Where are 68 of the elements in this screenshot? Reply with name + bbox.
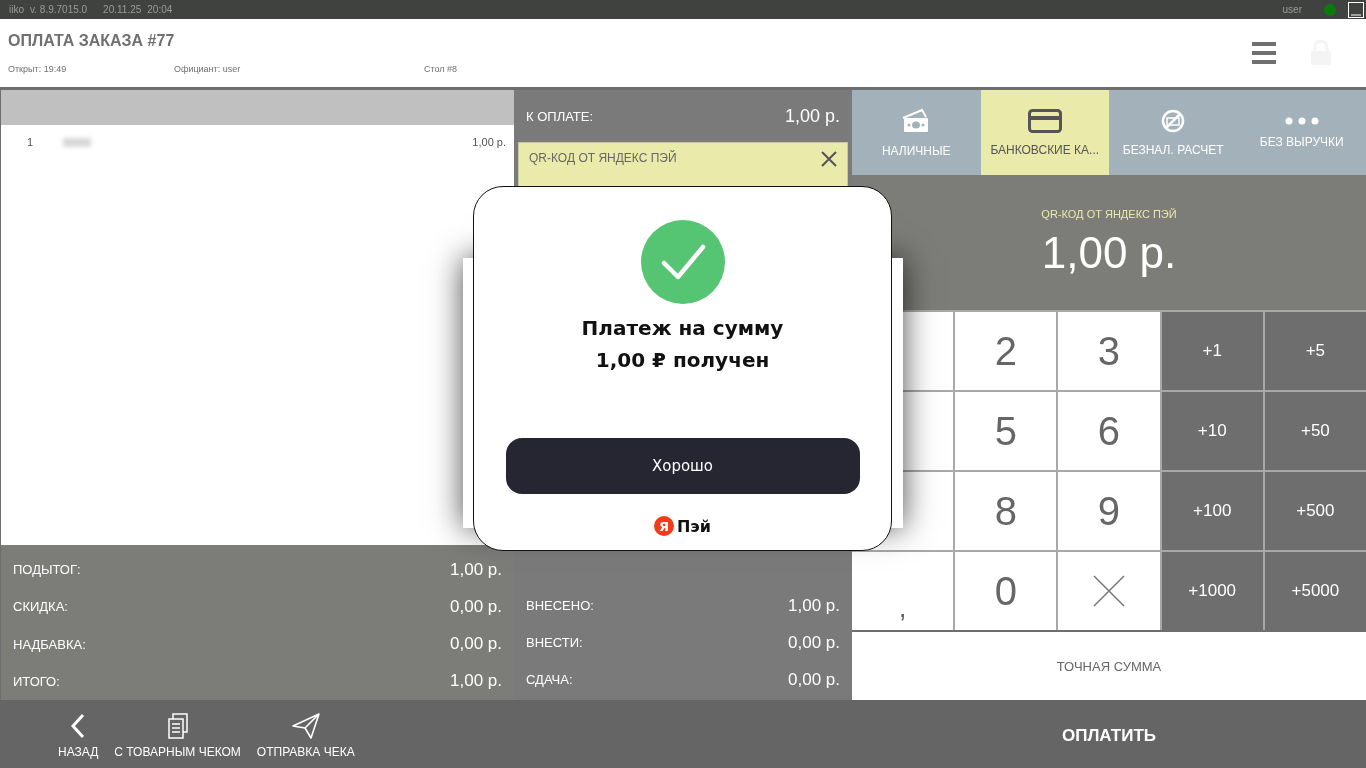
more-icon (1284, 116, 1319, 125)
waiter-label: Официант: user (174, 64, 242, 74)
add-amount-key[interactable]: +5 (1264, 312, 1366, 390)
clear-icon (1093, 575, 1125, 607)
brand-name: Пэй (676, 516, 712, 536)
payment-method: QR-КОД ОТ ЯНДЕКС ПЭЙ (529, 151, 677, 165)
toolbar-button[interactable]: С ТОВАРНЫМ ЧЕКОМ (106, 700, 249, 768)
version-label: v. 8.9.7015.0 (30, 4, 88, 15)
window-icon[interactable] (1348, 1, 1364, 18)
brand-mark: Я (653, 516, 674, 536)
payment-message: Платеж на сумму 1,00 ₽ получен (580, 315, 785, 374)
blurred-item-name (63, 137, 92, 147)
amount-value: 1,00 р. (1041, 227, 1177, 278)
balance-label: ВНЕСЕНО: (526, 598, 594, 613)
digit-key[interactable]: 0 (955, 552, 1057, 630)
pay-button[interactable]: ОПЛАТИТЬ (852, 700, 1366, 768)
comma-key[interactable]: , (852, 552, 954, 630)
user-name: user (1282, 4, 1302, 15)
digit-key[interactable]: 5 (955, 392, 1057, 470)
item-price: 1,00 р. (472, 136, 506, 148)
add-amount-key[interactable]: +10 (1161, 392, 1263, 470)
digit-key[interactable]: 8 (955, 472, 1057, 550)
balance-value: 0,00 р. (788, 669, 840, 690)
digit-key[interactable]: 6 (1058, 392, 1160, 470)
exact-amount-button[interactable]: ТОЧНАЯ СУММА (852, 632, 1366, 700)
total-label: ПОДЫТОГ: (13, 562, 81, 578)
payment-type-tab[interactable]: БАНКОВСКИЕ КА... (980, 90, 1109, 175)
total-label: НАДБАВКА: (13, 636, 86, 652)
balance-label: ВНЕСТИ: (526, 635, 583, 650)
page-title: ОПЛАТА ЗАКАЗА #77 (8, 32, 176, 50)
balance-value: 0,00 р. (788, 632, 840, 653)
digit-key[interactable]: 2 (955, 312, 1057, 390)
total-value: 1,00 р. (450, 671, 502, 692)
total-label: ИТОГО: (13, 673, 60, 689)
app-name: iiko (9, 4, 24, 15)
date-label: 20.11.25 (103, 4, 142, 15)
total-value: 1,00 р. (450, 559, 502, 580)
table-label: Стол #8 (424, 64, 458, 74)
menu-icon[interactable] (1252, 41, 1276, 65)
close-icon[interactable] (821, 151, 837, 167)
add-amount-key[interactable]: +1000 (1161, 552, 1263, 630)
total-value: 0,00 р. (450, 634, 502, 655)
digit-key[interactable]: 9 (1058, 472, 1160, 550)
time-label: 20:04 (147, 4, 173, 15)
add-amount-key[interactable]: +500 (1264, 472, 1366, 550)
add-amount-key[interactable]: +5000 (1264, 552, 1366, 630)
ok-button[interactable]: Хорошо (505, 438, 860, 494)
due-label: К ОПЛАТЕ: (526, 108, 594, 124)
total-label: СКИДКА: (13, 599, 68, 615)
card-icon (1027, 108, 1062, 133)
back-icon (71, 713, 86, 739)
add-amount-key[interactable]: +100 (1161, 472, 1263, 550)
success-check-icon (640, 220, 725, 304)
receipt-icon (166, 713, 189, 739)
balance-label: СДАЧА: (526, 672, 573, 687)
toolbar-button[interactable]: НАЗАД (50, 700, 107, 768)
opened-time: Открыт: 19:49 (8, 64, 68, 74)
add-amount-key[interactable]: +1 (1161, 312, 1263, 390)
toolbar-button[interactable]: ОТПРАВКА ЧЕКА (248, 700, 363, 768)
due-amount: 1,00 р. (784, 105, 840, 127)
add-amount-key[interactable]: +50 (1264, 392, 1366, 470)
item-number: 1 (27, 136, 34, 148)
digit-key[interactable]: 3 (1058, 312, 1160, 390)
balance-value: 1,00 р. (788, 595, 840, 616)
paper-plane-icon (291, 713, 320, 739)
total-value: 0,00 р. (450, 596, 502, 617)
no-cash-icon (1161, 108, 1186, 133)
payment-method: QR-КОД ОТ ЯНДЕКС ПЭЙ (1041, 207, 1177, 220)
